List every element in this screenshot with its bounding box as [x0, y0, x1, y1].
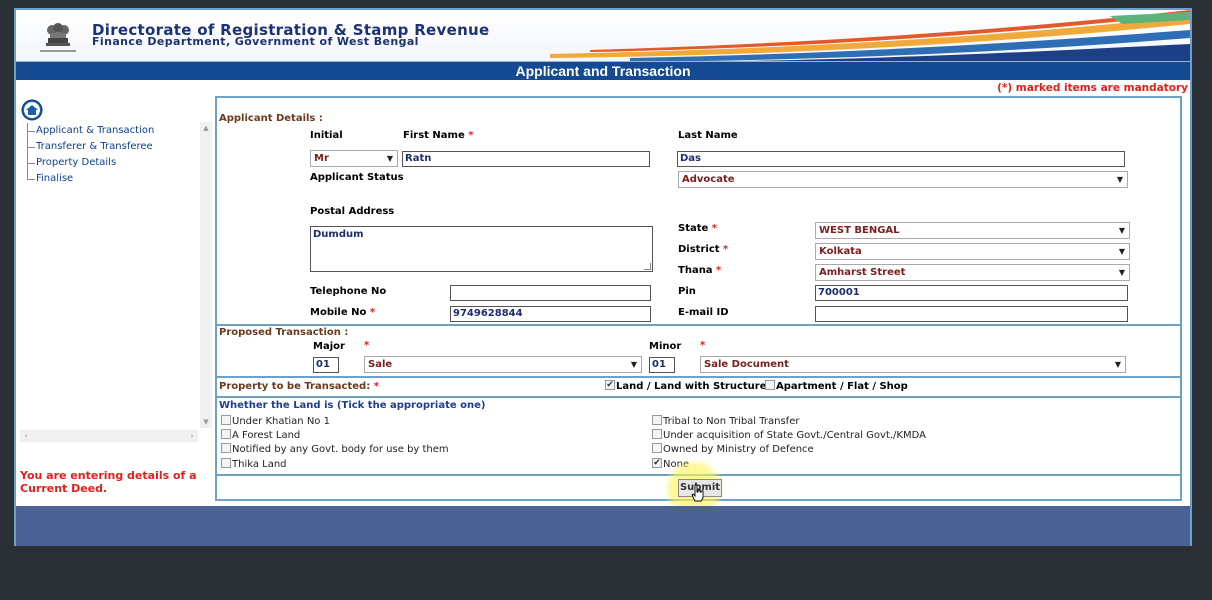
sidebar-nav: Applicant & Transaction Transferer & Tra…	[24, 123, 212, 443]
district-label: District *	[678, 244, 729, 255]
section-divider	[217, 396, 1180, 398]
resize-handle-icon[interactable]	[644, 263, 651, 270]
email-input[interactable]	[815, 306, 1128, 322]
initial-select[interactable]: Mr ▼	[310, 150, 398, 167]
section-divider	[217, 324, 1180, 326]
postal-address-label: Postal Address	[310, 206, 395, 217]
sidebar-item-property-details[interactable]: Property Details	[24, 155, 212, 171]
chevron-down-icon: ▼	[386, 154, 393, 163]
applicant-details-title: Applicant Details :	[219, 113, 323, 124]
current-deed-notice: You are entering details of a Current De…	[20, 469, 197, 495]
scroll-left-icon[interactable]: ‹	[20, 430, 32, 442]
thana-select[interactable]: Amharst Street ▼	[815, 264, 1130, 281]
mobile-label: Mobile No *	[310, 307, 376, 318]
sidebar-item-applicant-transaction[interactable]: Applicant & Transaction	[24, 123, 212, 139]
first-name-label: First Name *	[403, 130, 474, 141]
thika-land-checkbox[interactable]	[221, 458, 231, 468]
mobile-input[interactable]: 9749628844	[450, 306, 651, 322]
scroll-right-icon[interactable]: ›	[186, 430, 198, 442]
minor-select[interactable]: Sale Document ▼	[700, 356, 1126, 373]
initial-label: Initial	[310, 130, 343, 141]
postal-address-textarea[interactable]: Dumdum	[310, 226, 653, 272]
district-select[interactable]: Kolkata ▼	[815, 243, 1130, 260]
tribal-transfer-checkbox[interactable]	[652, 415, 662, 425]
property-transacted-label: Property to be Transacted: *	[219, 381, 379, 392]
thana-label: Thana *	[678, 265, 722, 276]
pin-label: Pin	[678, 286, 696, 297]
home-icon[interactable]	[20, 99, 44, 121]
khatian-label: Under Khatian No 1	[232, 416, 330, 427]
page-frame: Directorate of Registration & Stamp Reve…	[14, 8, 1192, 546]
state-label: State *	[678, 223, 718, 234]
state-select[interactable]: WEST BENGAL ▼	[815, 222, 1130, 239]
land-structure-checkbox[interactable]: ✔	[605, 380, 615, 390]
none-label: None	[663, 459, 690, 470]
notified-govt-checkbox[interactable]	[221, 443, 231, 453]
land-structure-label: Land / Land with Structure	[616, 381, 767, 392]
land-type-title: Whether the Land is (Tick the appropriat…	[219, 400, 486, 411]
mandatory-note: (*) marked items are mandatory	[997, 82, 1188, 94]
acquisition-label: Under acquisition of State Govt./Central…	[663, 430, 926, 441]
applicant-form: Applicant Details : Initial First Name *…	[215, 96, 1182, 519]
scroll-down-icon[interactable]: ▼	[200, 416, 212, 428]
banner-swoosh-graphic	[550, 10, 1190, 61]
telephone-input[interactable]	[450, 285, 651, 301]
thika-land-label: Thika Land	[232, 459, 287, 470]
state-emblem-icon	[40, 23, 76, 52]
applicant-status-label: Applicant Status	[310, 172, 404, 183]
chevron-down-icon: ▼	[1118, 268, 1125, 277]
section-divider	[217, 474, 1180, 476]
tribal-transfer-label: Tribal to Non Tribal Transfer	[663, 416, 800, 427]
notified-govt-label: Notified by any Govt. body for use by th…	[232, 444, 449, 455]
major-code-input[interactable]: 01	[313, 357, 339, 373]
footer-bar	[16, 506, 1190, 546]
major-label: Major	[313, 341, 345, 352]
defence-checkbox[interactable]	[652, 443, 662, 453]
chevron-down-icon: ▼	[1116, 175, 1123, 184]
chevron-down-icon: ▼	[1114, 360, 1121, 369]
email-label: E-mail ID	[678, 307, 729, 318]
major-required-marker: *	[364, 340, 370, 351]
section-divider	[217, 376, 1180, 378]
sidebar-vertical-scrollbar[interactable]: ▲ ▼	[200, 122, 212, 428]
chevron-down-icon: ▼	[630, 360, 637, 369]
telephone-label: Telephone No	[310, 286, 387, 297]
apartment-label: Apartment / Flat / Shop	[776, 381, 908, 392]
first-name-input[interactable]: Ratn	[402, 151, 650, 167]
forest-land-checkbox[interactable]	[221, 429, 231, 439]
sidebar-horizontal-scrollbar[interactable]: ‹ ›	[20, 430, 198, 442]
chevron-down-icon: ▼	[1118, 226, 1125, 235]
minor-code-input[interactable]: 01	[649, 357, 675, 373]
defence-label: Owned by Ministry of Defence	[663, 444, 814, 455]
org-subtitle: Finance Department, Government of West B…	[92, 35, 419, 48]
chevron-down-icon: ▼	[1118, 247, 1125, 256]
applicant-status-select[interactable]: Advocate ▼	[678, 171, 1128, 188]
header-banner: Directorate of Registration & Stamp Reve…	[16, 10, 1190, 62]
scroll-up-icon[interactable]: ▲	[200, 122, 212, 134]
minor-label: Minor	[649, 341, 682, 352]
forest-land-label: A Forest Land	[232, 430, 301, 441]
hand-cursor-icon	[691, 484, 704, 502]
page-title: Applicant and Transaction	[16, 62, 1190, 80]
acquisition-checkbox[interactable]	[652, 429, 662, 439]
major-select[interactable]: Sale ▼	[364, 356, 642, 373]
sidebar-item-transferer-transferee[interactable]: Transferer & Transferee	[24, 139, 212, 155]
proposed-transaction-title: Proposed Transaction :	[219, 327, 349, 338]
last-name-label: Last Name	[678, 130, 738, 141]
apartment-checkbox[interactable]	[765, 380, 775, 390]
none-checkbox[interactable]: ✔	[652, 458, 662, 468]
pin-input[interactable]: 700001	[815, 285, 1128, 301]
last-name-input[interactable]: Das	[677, 151, 1125, 167]
minor-required-marker: *	[700, 340, 706, 351]
sidebar-item-finalise[interactable]: Finalise	[24, 171, 212, 187]
khatian-checkbox[interactable]	[221, 415, 231, 425]
